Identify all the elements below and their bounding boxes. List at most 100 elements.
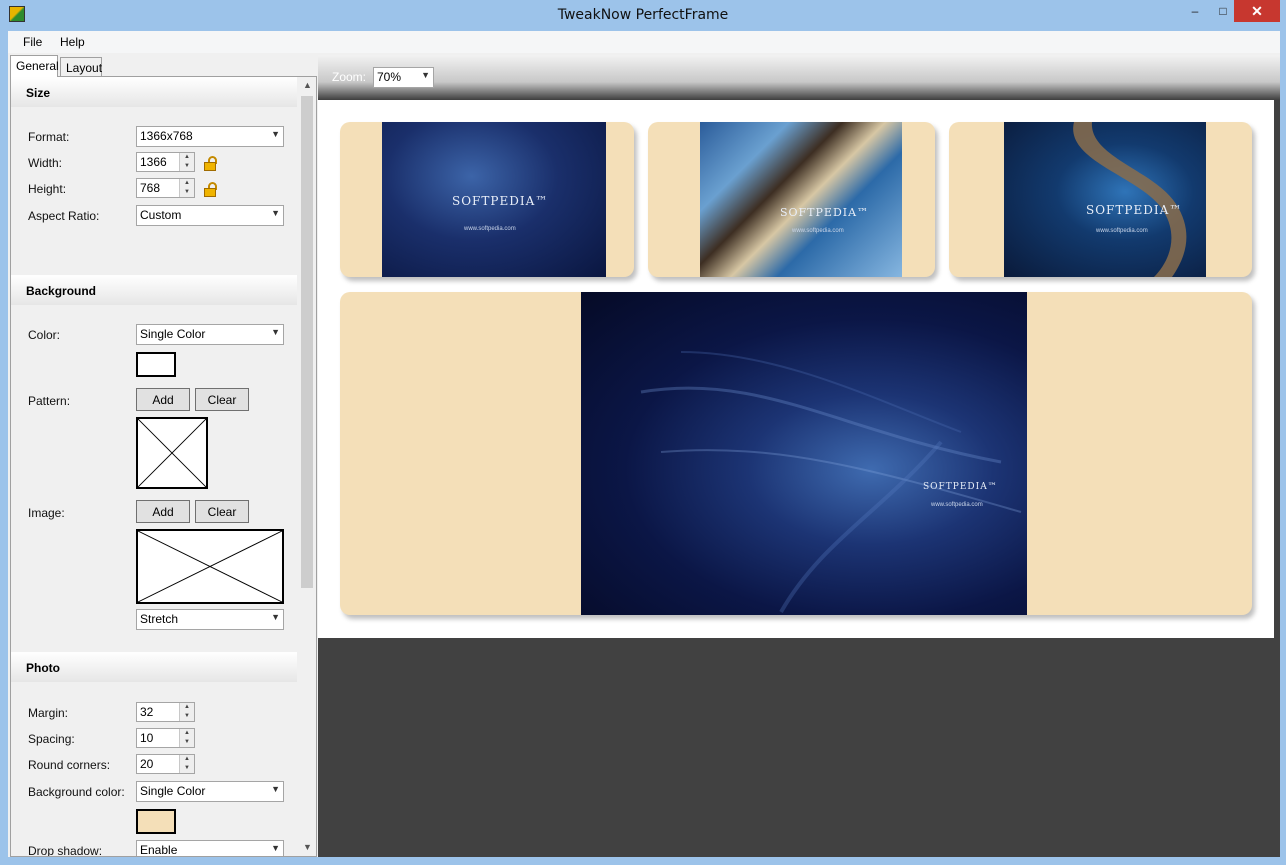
light-streaks (640, 351, 1022, 613)
format-value: 1366x768 (140, 129, 193, 143)
round-corners-stepper[interactable]: 20 ▲ ▼ (136, 754, 195, 774)
spin-arrows-icon[interactable]: ▲ ▼ (179, 729, 194, 747)
preview-canvas[interactable]: SOFTPEDIA™ www.softpedia.com SOFTPEDIA™ … (318, 100, 1274, 638)
island-shape (1073, 122, 1187, 277)
photo-bgcolor-swatch[interactable] (136, 809, 176, 834)
pattern-label: Pattern: (28, 394, 71, 408)
window-title: TweakNow PerfectFrame (557, 7, 729, 23)
chevron-down-icon: ▼ (271, 327, 280, 337)
section-background-header: Background (11, 275, 297, 305)
lock-icon[interactable] (204, 156, 218, 172)
chevron-down-icon: ▼ (271, 612, 280, 622)
section-size-header: Size (11, 77, 297, 107)
close-button[interactable]: ✕ (1234, 0, 1280, 22)
menu-help[interactable]: Help (60, 35, 85, 49)
photo-url: www.softpedia.com (792, 228, 844, 234)
tab-layout[interactable]: Layout (60, 57, 102, 77)
photo-watermark: SOFTPEDIA™ (452, 194, 549, 208)
width-stepper[interactable]: 1366 ▲ ▼ (136, 152, 195, 172)
photo-url: www.softpedia.com (464, 226, 516, 232)
settings-scrollbar[interactable]: ▲ ▼ (299, 77, 316, 856)
section-photo: Margin: 32 ▲ ▼ Spacing: 10 ▲ ▼ Round corne… (11, 682, 297, 857)
spin-arrows-icon[interactable]: ▲ ▼ (179, 703, 194, 721)
zoom-value: 70% (377, 70, 402, 84)
background-color-swatch[interactable] (136, 352, 176, 377)
image-add-button[interactable]: Add (136, 500, 190, 523)
margin-value: 32 (140, 705, 154, 719)
background-color-value: Single Color (140, 327, 206, 341)
tab-general[interactable]: General (10, 55, 59, 77)
photo-url: www.softpedia.com (931, 502, 983, 508)
spacing-value: 10 (140, 731, 154, 745)
photo-2: SOFTPEDIA™ www.softpedia.com (700, 122, 902, 277)
aspect-ratio-label: Aspect Ratio: (28, 209, 100, 223)
section-photo-header: Photo (11, 652, 297, 682)
chevron-down-icon: ▼ (271, 843, 280, 853)
image-label: Image: (28, 506, 65, 520)
height-stepper[interactable]: 768 ▲ ▼ (136, 178, 195, 198)
title-bar: TweakNow PerfectFrame – □ ✕ (0, 0, 1286, 31)
drop-shadow-select[interactable]: Enable ▼ (136, 840, 284, 857)
image-mode-value: Stretch (140, 612, 179, 626)
photo-watermark: SOFTPEDIA™ (780, 206, 870, 219)
empty-image-icon (136, 417, 208, 489)
photo-bgcolor-label: Background color: (28, 785, 125, 799)
chevron-down-icon: ▼ (421, 70, 430, 80)
chevron-down-icon: ▼ (271, 129, 280, 139)
image-mode-select[interactable]: Stretch ▼ (136, 609, 284, 630)
zoom-select[interactable]: 70% ▼ (373, 67, 434, 88)
photo-frame-4[interactable]: SOFTPEDIA™ www.softpedia.com (340, 292, 1252, 615)
lock-icon[interactable] (204, 182, 218, 198)
scrollbar-thumb[interactable] (301, 96, 313, 588)
round-corners-label: Round corners: (28, 758, 111, 772)
photo-url: www.softpedia.com (1096, 228, 1148, 234)
menu-bar: File Help (8, 31, 1280, 53)
chevron-down-icon: ▼ (271, 208, 280, 218)
drop-shadow-value: Enable (140, 843, 178, 857)
aspect-ratio-select[interactable]: Custom ▼ (136, 205, 284, 226)
margin-stepper[interactable]: 32 ▲ ▼ (136, 702, 195, 722)
photo-frame-1[interactable]: SOFTPEDIA™ www.softpedia.com (340, 122, 634, 277)
photo-bgcolor-value: Single Color (140, 784, 206, 798)
section-size: Format: 1366x768 ▼ Width: 1366 ▲ ▼ Height… (11, 107, 297, 275)
spin-arrows-icon[interactable]: ▲ ▼ (179, 153, 194, 171)
pattern-add-button[interactable]: Add (136, 388, 190, 411)
zoom-label: Zoom: (332, 70, 367, 84)
photo-bgcolor-select[interactable]: Single Color ▼ (136, 781, 284, 802)
main-window-client: File Help General Layout Size Format: 13… (8, 31, 1280, 857)
height-value: 768 (140, 181, 161, 195)
photo-4: SOFTPEDIA™ www.softpedia.com (581, 292, 1027, 615)
color-label: Color: (28, 328, 61, 342)
preview-area: Zoom: 70% ▼ SOFTPEDIA™ www.softpedia.com… (318, 55, 1280, 857)
scroll-down-icon[interactable]: ▼ (299, 839, 316, 856)
height-label: Height: (28, 182, 67, 196)
margin-label: Margin: (28, 706, 69, 720)
format-select[interactable]: 1366x768 ▼ (136, 126, 284, 147)
background-color-select[interactable]: Single Color ▼ (136, 324, 284, 345)
settings-panel: Size Format: 1366x768 ▼ Width: 1366 ▲ ▼ H… (10, 76, 317, 857)
minimize-button[interactable]: – (1180, 0, 1210, 22)
spin-arrows-icon[interactable]: ▲ ▼ (179, 755, 194, 773)
pattern-clear-button[interactable]: Clear (195, 388, 249, 411)
format-label: Format: (28, 130, 70, 144)
section-background: Color: Single Color ▼ Pattern: Add Clear… (11, 305, 297, 652)
photo-frame-2[interactable]: SOFTPEDIA™ www.softpedia.com (648, 122, 935, 277)
scroll-up-icon[interactable]: ▲ (299, 77, 316, 94)
aspect-ratio-value: Custom (140, 208, 182, 222)
preview-toolbar: Zoom: 70% ▼ (318, 55, 1280, 100)
round-corners-value: 20 (140, 757, 154, 771)
photo-1: SOFTPEDIA™ www.softpedia.com (382, 122, 606, 277)
drop-shadow-label: Drop shadow: (28, 844, 103, 857)
spin-arrows-icon[interactable]: ▲ ▼ (179, 179, 194, 197)
photo-3: SOFTPEDIA™ www.softpedia.com (1004, 122, 1206, 277)
image-clear-button[interactable]: Clear (195, 500, 249, 523)
spacing-label: Spacing: (28, 732, 75, 746)
photo-watermark: SOFTPEDIA™ (1086, 203, 1183, 217)
settings-scroll-area: Size Format: 1366x768 ▼ Width: 1366 ▲ ▼ H… (11, 77, 299, 857)
spacing-stepper[interactable]: 10 ▲ ▼ (136, 728, 195, 748)
empty-image-icon (136, 529, 284, 604)
chevron-down-icon: ▼ (271, 784, 280, 794)
menu-file[interactable]: File (23, 35, 42, 49)
photo-frame-3[interactable]: SOFTPEDIA™ www.softpedia.com (949, 122, 1252, 277)
photo-watermark: SOFTPEDIA™ (923, 482, 998, 492)
